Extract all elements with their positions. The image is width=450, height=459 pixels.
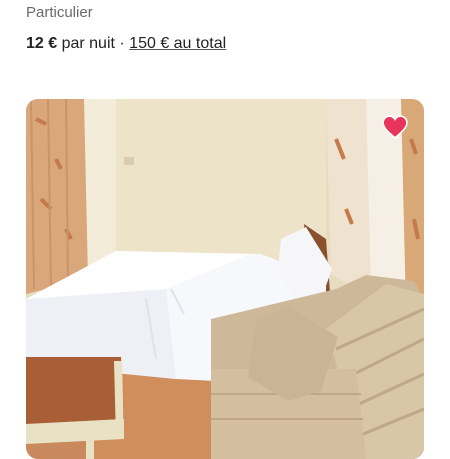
listing-photo[interactable] bbox=[26, 99, 424, 459]
price-unit: par nuit bbox=[57, 35, 115, 52]
bedroom-photo-image bbox=[26, 99, 424, 459]
price-separator: · bbox=[114, 35, 130, 52]
host-type-label: Particulier bbox=[26, 4, 93, 21]
nightly-price: 12 € bbox=[26, 35, 58, 52]
total-price-link[interactable]: 150 € au total bbox=[129, 35, 226, 52]
price-row: 12 € par nuit · 150 € au total bbox=[26, 35, 226, 53]
heart-icon[interactable] bbox=[382, 115, 408, 139]
